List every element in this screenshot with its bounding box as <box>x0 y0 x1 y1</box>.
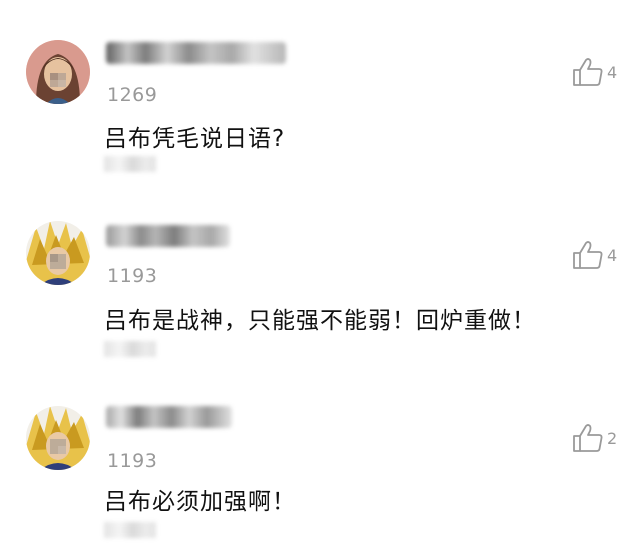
user-id: 1193 <box>107 265 158 287</box>
avatar[interactable] <box>26 406 90 470</box>
spiky-hair-character-avatar <box>26 406 90 470</box>
like-count: 2 <box>607 428 618 448</box>
thumbs-up-icon <box>573 58 603 86</box>
username-redacted[interactable] <box>106 42 286 64</box>
comment-text: 吕布凭毛说日语? <box>104 126 286 152</box>
username-redacted[interactable] <box>106 406 232 428</box>
timestamp-redacted <box>104 156 156 172</box>
timestamp-redacted <box>104 522 156 538</box>
comment-item: 1269 吕布凭毛说日语? 4 <box>0 0 640 180</box>
avatar[interactable] <box>26 40 90 104</box>
like-count: 4 <box>607 62 618 82</box>
like-button[interactable]: 4 <box>572 57 617 87</box>
thumbs-up-icon <box>573 424 603 452</box>
timestamp-redacted <box>104 341 156 357</box>
comment-text: 吕布必须加强啊！ <box>104 489 296 515</box>
like-count: 4 <box>607 245 618 265</box>
thumbs-up-icon <box>573 241 603 269</box>
comment-text: 吕布是战神，只能强不能弱！回炉重做！ <box>104 308 536 334</box>
avatar[interactable] <box>26 221 90 285</box>
female-character-avatar <box>26 40 90 104</box>
like-button[interactable]: 2 <box>572 423 617 453</box>
spiky-hair-character-avatar <box>26 221 90 285</box>
user-id: 1193 <box>107 450 158 472</box>
username-redacted[interactable] <box>106 225 230 247</box>
comment-item: 1193 吕布是战神，只能强不能弱！回炉重做！ 4 <box>0 181 640 361</box>
like-button[interactable]: 4 <box>572 240 617 270</box>
user-id: 1269 <box>107 84 158 106</box>
comment-item: 1193 吕布必须加强啊！ 2 <box>0 366 640 546</box>
